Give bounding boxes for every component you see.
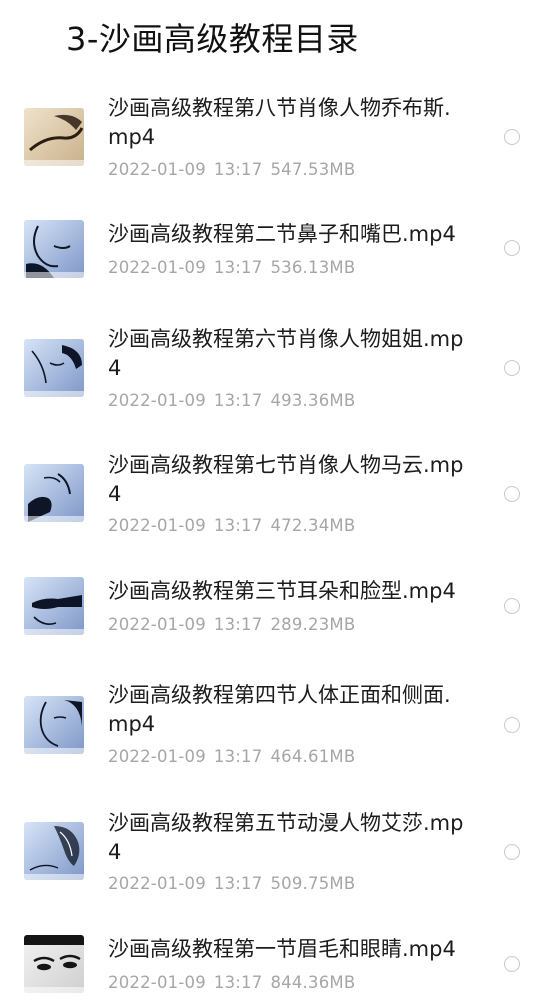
page-title: 3-沙画高级教程目录 — [66, 20, 359, 58]
select-radio[interactable] — [504, 240, 520, 256]
file-name: 沙画高级教程第一节眉毛和眼睛.mp4 — [108, 937, 456, 961]
file-size: 493.36MB — [270, 391, 356, 410]
select-radio[interactable] — [504, 360, 520, 376]
video-thumbnail-icon — [24, 220, 84, 278]
file-size: 844.36MB — [270, 973, 356, 992]
file-meta: 2022-01-09 13:17 472.34MB — [108, 516, 363, 535]
file-name: 沙画高级教程第二节鼻子和嘴巴.mp4 — [108, 222, 456, 246]
thumbnail-art — [24, 220, 84, 278]
file-meta: 2022-01-09 13:17 509.75MB — [108, 874, 363, 893]
video-thumbnail-icon — [24, 935, 84, 993]
file-name: 沙画高级教程第八节肖像人物乔布斯.mp4 — [108, 96, 451, 149]
file-date: 2022-01-09 — [108, 973, 206, 992]
video-thumbnail-icon — [24, 822, 84, 880]
file-meta: 2022-01-09 13:17 547.53MB — [108, 160, 363, 179]
file-size: 464.61MB — [270, 747, 356, 766]
thumbnail-art — [24, 696, 84, 754]
file-name: 沙画高级教程第七节肖像人物马云.mp4 — [108, 453, 464, 506]
file-time: 13:17 — [213, 516, 263, 535]
file-size: 472.34MB — [270, 516, 356, 535]
file-meta: 2022-01-09 13:17 493.36MB — [108, 391, 363, 410]
file-date: 2022-01-09 — [108, 516, 206, 535]
video-thumbnail-icon — [24, 577, 84, 635]
thumbnail-art — [24, 339, 84, 397]
file-size: 547.53MB — [270, 160, 356, 179]
file-date: 2022-01-09 — [108, 747, 206, 766]
video-thumbnail-icon — [24, 339, 84, 397]
file-name: 沙画高级教程第四节人体正面和侧面.mp4 — [108, 683, 451, 736]
file-date: 2022-01-09 — [108, 615, 206, 634]
file-date: 2022-01-09 — [108, 874, 206, 893]
thumbnail-art — [24, 577, 84, 635]
file-time: 13:17 — [213, 874, 263, 893]
select-radio[interactable] — [504, 956, 520, 972]
file-time: 13:17 — [213, 160, 263, 179]
select-radio[interactable] — [504, 129, 520, 145]
select-radio[interactable] — [504, 717, 520, 733]
video-thumbnail-icon — [24, 464, 84, 522]
video-thumbnail-icon — [24, 108, 84, 166]
file-time: 13:17 — [213, 391, 263, 410]
select-radio[interactable] — [504, 598, 520, 614]
thumbnail-art — [24, 464, 84, 522]
file-date: 2022-01-09 — [108, 258, 206, 277]
file-time: 13:17 — [213, 747, 263, 766]
video-thumbnail-icon — [24, 696, 84, 754]
thumbnail-art — [24, 822, 84, 880]
file-size: 289.23MB — [270, 615, 356, 634]
file-time: 13:17 — [213, 258, 263, 277]
select-radio[interactable] — [504, 486, 520, 502]
file-meta: 2022-01-09 13:17 536.13MB — [108, 258, 363, 277]
file-size: 536.13MB — [270, 258, 356, 277]
file-name: 沙画高级教程第五节动漫人物艾莎.mp4 — [108, 811, 464, 864]
file-date: 2022-01-09 — [108, 160, 206, 179]
file-date: 2022-01-09 — [108, 391, 206, 410]
file-name: 沙画高级教程第三节耳朵和脸型.mp4 — [108, 579, 456, 603]
file-meta: 2022-01-09 13:17 844.36MB — [108, 973, 363, 992]
file-meta: 2022-01-09 13:17 289.23MB — [108, 615, 363, 634]
thumbnail-art — [24, 108, 84, 166]
select-radio[interactable] — [504, 844, 520, 860]
file-size: 509.75MB — [270, 874, 356, 893]
file-meta: 2022-01-09 13:17 464.61MB — [108, 747, 363, 766]
file-time: 13:17 — [213, 615, 263, 634]
file-name: 沙画高级教程第六节肖像人物姐姐.mp4 — [108, 327, 464, 380]
file-time: 13:17 — [213, 973, 263, 992]
thumbnail-art — [24, 935, 84, 993]
